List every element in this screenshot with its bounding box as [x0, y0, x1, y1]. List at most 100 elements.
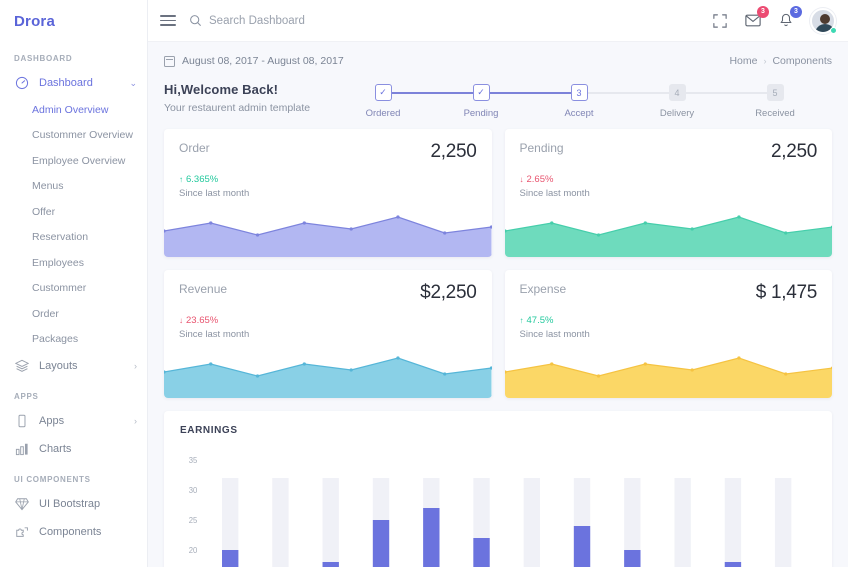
stepper-step-label: Accept: [564, 108, 594, 119]
topbar-actions: 3 3: [711, 5, 837, 34]
stat-card-since: Since last month: [519, 329, 590, 340]
sidebar-item-apps[interactable]: Apps ›: [0, 407, 147, 435]
bar[interactable]: [372, 520, 390, 567]
breadcrumb-current: Components: [772, 55, 832, 67]
content-area: August 08, 2017 - August 08, 2017 Home ›…: [148, 42, 848, 567]
welcome-title: Hi,Welcome Back!: [164, 82, 279, 97]
stat-card-head: Revenue $2,250: [179, 282, 477, 304]
stepper-connector: [677, 92, 775, 94]
stat-card-body: Order 2,250 ↑ 6.365% Since last month: [164, 129, 492, 199]
stat-card-order[interactable]: Order 2,250 ↑ 6.365% Since last month: [164, 129, 492, 257]
stat-card-pending[interactable]: Pending 2,250 ↓ 2.65% Since last month: [504, 129, 833, 257]
sidebar-item-label: Layouts: [39, 360, 78, 372]
dashboard-app: Drora DASHBOARD Dashboard ⌄ Admin Overview C…: [0, 0, 848, 567]
stat-card-delta-value: 6.365%: [186, 174, 219, 185]
stepper-step-delivery[interactable]: 4 Delivery: [628, 84, 775, 119]
stat-card-delta-value: 2.65%: [526, 174, 554, 185]
content-header: August 08, 2017 - August 08, 2017 Home ›…: [164, 42, 832, 74]
stepper-step-label: Delivery: [659, 108, 695, 119]
stepper-connector: [383, 92, 481, 94]
stat-card-value: $ 1,475: [755, 282, 818, 303]
sidebar-item-components[interactable]: Components: [0, 518, 147, 546]
stat-card-body: Revenue $2,250 ↓ 23.65% Since last month: [164, 270, 492, 340]
stat-card-title: Revenue: [179, 282, 228, 296]
bar[interactable]: [322, 562, 339, 567]
sidebar-item-layouts[interactable]: Layouts ›: [0, 352, 147, 380]
layers-icon: [14, 358, 30, 374]
sidebar-subitem-order[interactable]: Order: [0, 301, 147, 327]
stat-card-delta: ↑ 6.365%: [179, 174, 477, 185]
stepper-step-ordered[interactable]: ✓ Ordered: [334, 84, 481, 119]
bell-icon[interactable]: 3: [777, 5, 802, 30]
y-axis-tick: 25: [189, 516, 198, 525]
sidebar-subitem-employees[interactable]: Employees: [0, 250, 147, 276]
bar-track: [523, 478, 541, 567]
mobile-icon: [14, 413, 30, 429]
sidebar-item-ui-bootstrap[interactable]: UI Bootstrap: [0, 490, 147, 518]
sidebar-subitem-offer[interactable]: Offer: [0, 199, 147, 225]
avatar[interactable]: [810, 7, 837, 34]
breadcrumb-home[interactable]: Home: [729, 55, 757, 67]
search-icon: [190, 15, 201, 26]
stat-card-body: Pending 2,250 ↓ 2.65% Since last month: [505, 129, 833, 199]
sidebar-subitem-menus[interactable]: Menus: [0, 174, 147, 200]
welcome-row: Hi,Welcome Back! Your restaurent admin t…: [164, 74, 832, 119]
menu-toggle-icon[interactable]: [160, 15, 176, 26]
bar[interactable]: [222, 550, 239, 567]
stat-card-expense[interactable]: Expense $ 1,475 ↑ 47.5% Since last month: [504, 270, 832, 398]
stat-card-value: 2,250: [770, 141, 817, 162]
stepper-step-marker: 3: [570, 84, 588, 101]
stat-card-value: 2,250: [430, 141, 477, 162]
sidebar-subitem-reservation[interactable]: Reservation: [0, 225, 147, 251]
bar-chart-icon: [14, 441, 30, 457]
bar-track: [774, 478, 792, 567]
bar-track: [272, 478, 289, 567]
bar[interactable]: [724, 562, 742, 567]
bar[interactable]: [423, 508, 440, 567]
arrow-down-icon: ↓: [179, 315, 183, 325]
sidebar-item-label: Dashboard: [39, 77, 93, 89]
bar[interactable]: [624, 550, 641, 567]
search-input[interactable]: [209, 14, 449, 27]
sidebar-subitem-employee-overview[interactable]: Employee Overview: [0, 148, 147, 174]
sidebar-item-label: Components: [39, 526, 102, 538]
sidebar-item-dashboard[interactable]: Dashboard ⌄: [0, 69, 147, 97]
sidebar-subitem-packages[interactable]: Packages: [0, 327, 147, 353]
sidebar-subitem-custommer[interactable]: Custommer: [0, 276, 147, 302]
sidebar-item-label: Charts: [39, 443, 72, 455]
sidebar-subitem-custommer-overview[interactable]: Custommer Overview: [0, 123, 147, 149]
stepper-step-label: Received: [755, 108, 795, 119]
chevron-right-icon: ›: [134, 360, 137, 371]
sidebar-item-charts[interactable]: Charts: [0, 435, 147, 463]
stat-card-delta-value: 47.5%: [526, 315, 554, 326]
sidebar-section-label-ui-components: UI COMPONENTS: [14, 475, 91, 484]
date-range-picker[interactable]: August 08, 2017 - August 08, 2017: [164, 55, 344, 67]
arrow-up-icon: ↑: [179, 174, 183, 184]
mail-badge: 3: [757, 5, 769, 18]
stepper-step-received[interactable]: 5 Received: [726, 84, 824, 119]
stepper-step-pending[interactable]: ✓ Pending: [432, 84, 579, 119]
arrow-down-icon: ↓: [519, 174, 524, 184]
calendar-icon: [164, 55, 175, 67]
stat-card-revenue[interactable]: Revenue $2,250 ↓ 23.65% Since last month: [164, 270, 492, 398]
sidebar-item-label: Apps: [39, 415, 65, 427]
bar[interactable]: [573, 526, 591, 567]
order-stepper: ✓ Ordered ✓ Pending 3 Accept 4 Delivery 5 Receive…: [310, 82, 832, 119]
mail-icon[interactable]: 3: [744, 5, 769, 30]
sidebar-item-label: UI Bootstrap: [39, 498, 101, 510]
stepper-step-accept[interactable]: 3 Accept: [530, 84, 677, 119]
brand-logo[interactable]: Drora: [0, 0, 147, 42]
stat-card-head: Expense $ 1,475: [520, 282, 818, 304]
earnings-bar-chart: 3530252015: [189, 456, 792, 567]
bar-track: [724, 478, 742, 567]
sidebar-nav: DASHBOARD Dashboard ⌄ Admin Overview Customm…: [0, 42, 147, 546]
stat-cards-grid: Order 2,250 ↑ 6.365% Since last month Pending…: [164, 129, 832, 398]
bar[interactable]: [473, 538, 490, 567]
stepper-step-marker: 4: [668, 84, 686, 101]
search-bar[interactable]: [189, 14, 711, 27]
stat-card-value: $2,250: [420, 282, 477, 303]
fullscreen-icon[interactable]: [711, 12, 729, 30]
arrow-up-icon: ↑: [519, 315, 524, 325]
sidebar-subitem-admin-overview[interactable]: Admin Overview: [0, 97, 147, 123]
stepper-step-label: Pending: [463, 108, 499, 119]
